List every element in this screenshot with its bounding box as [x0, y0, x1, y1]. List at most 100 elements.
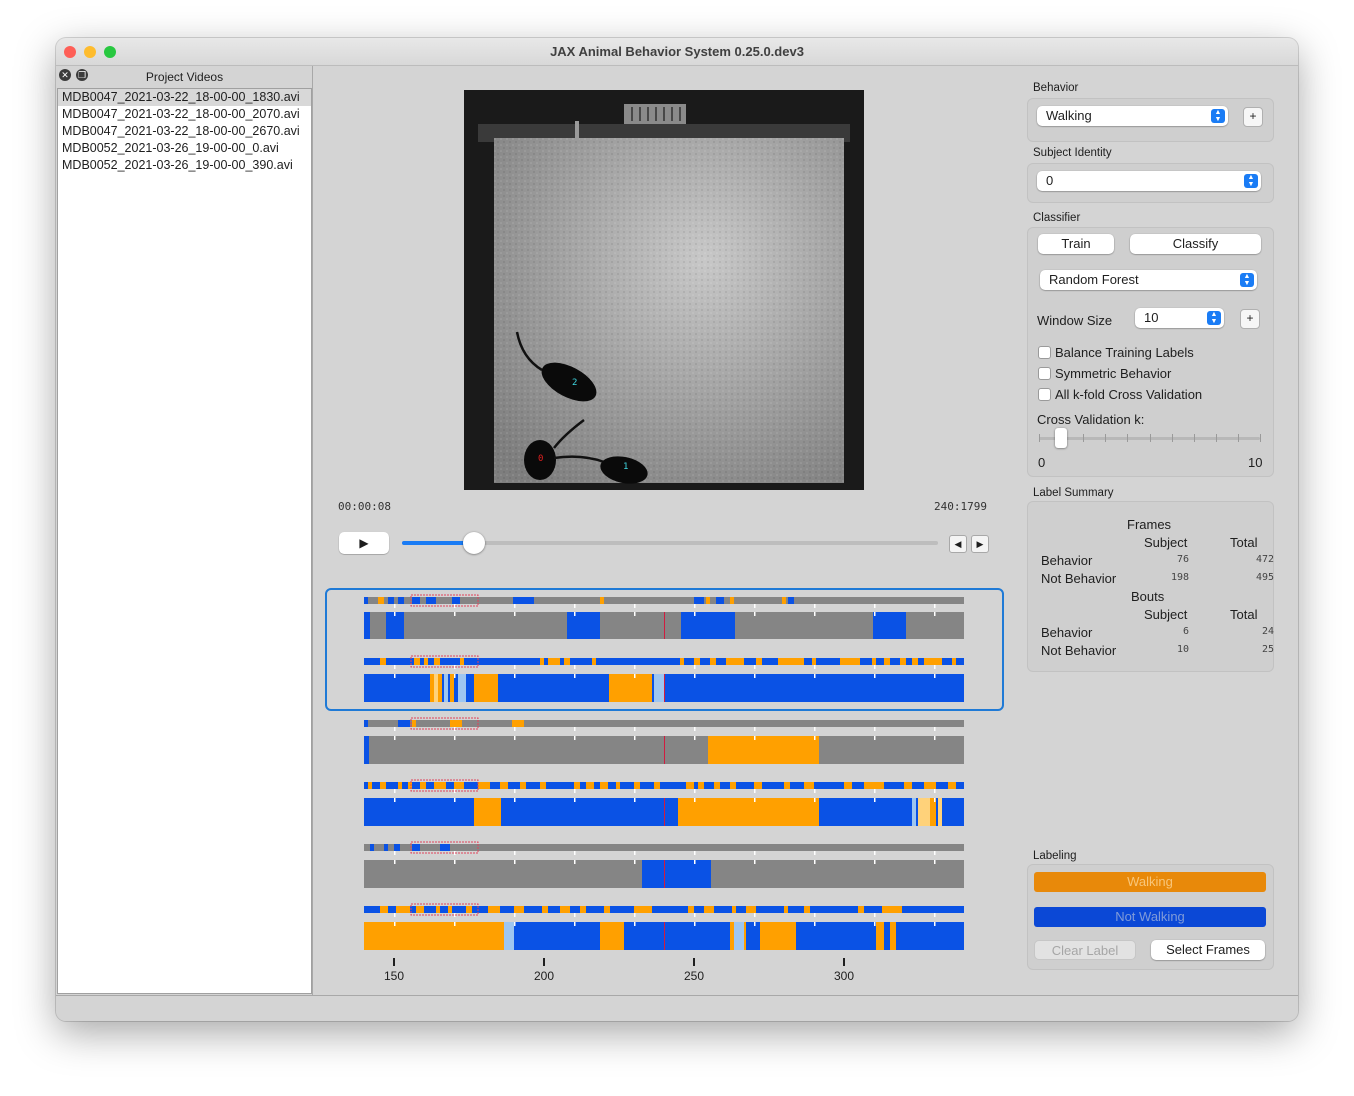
classifier-model-select[interactable]: Random Forest ▲ ▼ [1040, 270, 1257, 290]
cv-k-slider-tick [1237, 434, 1239, 442]
current-frame-marker [664, 922, 665, 950]
timeline-segment [756, 658, 762, 665]
timeline-tick [814, 860, 816, 864]
timeline-segment [416, 906, 424, 913]
cv-k-slider-knob[interactable] [1055, 428, 1068, 448]
train-button[interactable]: Train [1038, 234, 1114, 254]
timeline-tick [634, 913, 636, 917]
timeline-tick [574, 604, 576, 608]
timeline-segment [844, 782, 852, 789]
timeline-segment [924, 782, 936, 789]
timeline-tick [634, 665, 636, 669]
timeline-tick [814, 665, 816, 669]
cv-k-slider[interactable] [1039, 428, 1261, 454]
timeline-segment [948, 782, 956, 789]
timeline-tick [934, 727, 936, 731]
timeline-segment [466, 906, 472, 913]
timeline-segment [564, 658, 570, 665]
axis-tick-label: 300 [833, 969, 855, 983]
timeline-tick [754, 789, 756, 793]
timeline-tick [574, 860, 576, 864]
timeline-segment [520, 782, 526, 789]
timeline-tick [814, 922, 816, 926]
timeline-segment [782, 597, 786, 604]
frames-not-behavior-subject: 198 [1170, 572, 1189, 583]
window-size-value: 10 [1144, 310, 1159, 325]
cv-k-slider-tick [1039, 434, 1040, 442]
classifier-group-title: Classifier [1033, 212, 1081, 224]
timeline-segment [434, 782, 446, 789]
timeline-segment [380, 782, 386, 789]
timeline-tick [754, 913, 756, 917]
timeline-tick [634, 727, 636, 731]
timeline-tick [574, 913, 576, 917]
timeline-segment [882, 906, 902, 913]
timeline-tick [514, 604, 516, 608]
subject-select-value: 0 [1046, 173, 1054, 188]
timeline-segment [616, 782, 620, 789]
timeline-tick [634, 922, 636, 926]
timeline-tick [574, 665, 576, 669]
timeline-segment [609, 674, 652, 702]
timeline-tick [394, 860, 396, 864]
add-window-size-button[interactable]: + [1240, 309, 1260, 329]
timeline-tick [934, 851, 936, 855]
timeline-segment [364, 597, 368, 604]
label-not-behavior-button[interactable]: Not Walking [1034, 907, 1266, 927]
timeline-tick [754, 922, 756, 926]
timeline-tick [694, 665, 696, 669]
select-frames-button[interactable]: Select Frames [1151, 940, 1265, 960]
timeline-segment [654, 782, 660, 789]
timeline-tick [814, 798, 816, 802]
balance-labels-checkbox[interactable] [1038, 346, 1051, 359]
timeline-tick [754, 612, 756, 616]
timeline-segment [424, 658, 428, 665]
bouts-behavior-label: Behavior [1041, 625, 1093, 640]
timeline-tick [814, 789, 816, 793]
timeline-tick [634, 604, 636, 608]
timeline-segment [370, 844, 374, 851]
cv-k-slider-tick [1105, 434, 1107, 442]
behavior-select[interactable]: Walking ▲ ▼ [1037, 106, 1228, 126]
timeline-tick [394, 798, 396, 802]
timeline-segment [706, 597, 710, 604]
timeline-segment [788, 597, 794, 604]
timeline-segment [600, 782, 608, 789]
timeline-tick [574, 922, 576, 926]
timeline-tick [934, 860, 936, 864]
symmetric-behavior-label: Symmetric Behavior [1055, 366, 1172, 381]
frames-behavior-total: 472 [1255, 554, 1274, 565]
current-frame-marker [664, 612, 665, 639]
timeline-segment [514, 906, 524, 913]
symmetric-behavior-checkbox[interactable] [1038, 367, 1051, 380]
timeline-tick [694, 798, 696, 802]
window-size-select[interactable]: 10 ▲ ▼ [1135, 308, 1224, 328]
bouts-not-behavior-label: Not Behavior [1041, 643, 1117, 658]
timeline-tick [514, 860, 516, 864]
timeline-segment [864, 782, 884, 789]
timeline-segment [450, 720, 462, 727]
timeline-tick [694, 612, 696, 616]
frames-behavior-label: Behavior [1041, 553, 1093, 568]
label-behavior-button[interactable]: Walking [1034, 872, 1266, 892]
balance-labels-label: Balance Training Labels [1055, 345, 1194, 360]
classify-button[interactable]: Classify [1130, 234, 1261, 254]
timeline-segment [398, 782, 402, 789]
timeline-tick [874, 736, 876, 740]
current-frame-marker [664, 674, 665, 702]
timeline-tick [694, 727, 696, 731]
timeline-tick [574, 851, 576, 855]
timeline-tick [514, 789, 516, 793]
timeline-tick [394, 789, 396, 793]
timeline-segment [396, 906, 410, 913]
bouts-total-header: Total [1230, 607, 1258, 622]
timeline-segment [412, 597, 420, 604]
timeline-segment [500, 782, 508, 789]
all-kfold-checkbox[interactable] [1038, 388, 1051, 401]
timeline-tick [754, 851, 756, 855]
subject-select[interactable]: 0 ▲ ▼ [1037, 171, 1261, 191]
clear-label-button[interactable]: Clear Label [1034, 940, 1136, 960]
timeline-segment [604, 906, 610, 913]
add-behavior-button[interactable]: + [1243, 107, 1263, 127]
timeline-segment [488, 906, 500, 913]
